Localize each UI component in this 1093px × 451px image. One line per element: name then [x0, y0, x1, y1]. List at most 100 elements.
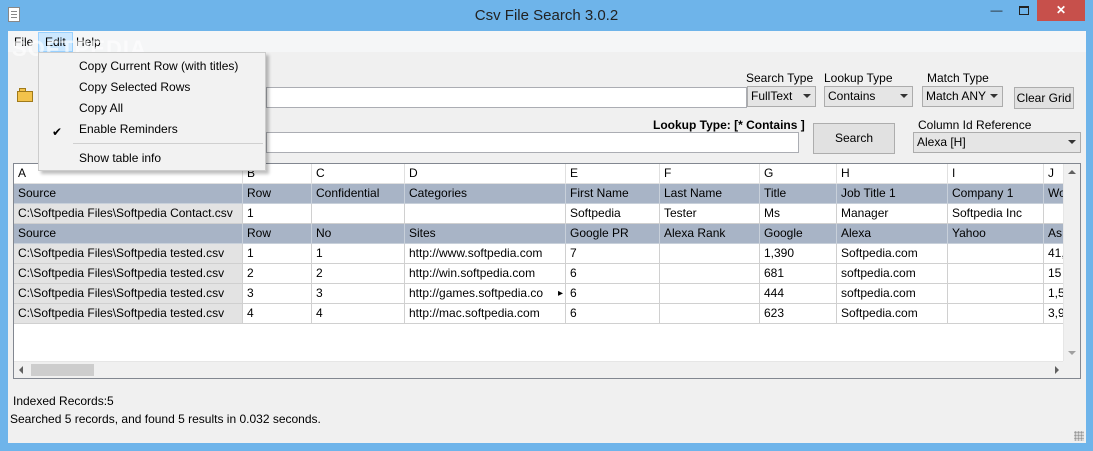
grid-cell[interactable]: 4 — [312, 304, 405, 324]
grid-cell[interactable]: Categories — [405, 184, 566, 204]
grid-cell[interactable]: 1 — [243, 204, 312, 224]
search-button[interactable]: Search — [813, 123, 895, 154]
grid-cell[interactable]: 4 — [243, 304, 312, 324]
column-id-select[interactable]: Alexa [H] — [913, 132, 1081, 153]
maximize-button[interactable] — [1010, 0, 1037, 21]
grid-cell[interactable]: 444 — [760, 284, 837, 304]
grid-cell[interactable] — [405, 204, 566, 224]
search-text-input[interactable] — [266, 87, 747, 108]
grid-cell[interactable]: Row — [243, 224, 312, 244]
grid-cell[interactable]: softpedia.com — [837, 284, 948, 304]
grid-cell[interactable]: 623 — [760, 304, 837, 324]
grid-cell[interactable]: http://win.softpedia.com — [405, 264, 566, 284]
grid-cell[interactable]: C:\Softpedia Files\Softpedia tested.csv — [14, 264, 243, 284]
grid-cell[interactable]: F — [660, 164, 760, 184]
grid-cell[interactable]: http://games.softpedia.co ▸ — [405, 284, 566, 304]
lookup-text-input[interactable] — [266, 132, 799, 153]
menu-item-enable-reminders[interactable]: ✔ Enable Reminders — [39, 119, 265, 140]
resize-grip-icon[interactable] — [1074, 431, 1084, 441]
grid-cell[interactable]: Ms — [760, 204, 837, 224]
grid-cell[interactable] — [948, 304, 1044, 324]
grid-cell[interactable]: Softpedia.com — [837, 244, 948, 264]
table-row[interactable]: C:\Softpedia Files\Softpedia tested.csv 3… — [14, 284, 1080, 304]
grid-cell[interactable]: 1 — [312, 244, 405, 264]
results-grid[interactable]: A B C D E F G H I J Source Row Confidential Categorie… — [13, 163, 1081, 379]
grid-cell[interactable] — [948, 264, 1044, 284]
grid-cell[interactable]: Softpedia — [566, 204, 660, 224]
minimize-button[interactable]: — — [983, 0, 1010, 21]
grid-cell[interactable]: Job Title 1 — [837, 184, 948, 204]
title-bar[interactable]: Csv File Search 3.0.2 — ✕ — [0, 0, 1093, 31]
grid-cell[interactable]: Confidential — [312, 184, 405, 204]
grid-cell[interactable]: Row — [243, 184, 312, 204]
grid-cell[interactable]: C:\Softpedia Files\Softpedia tested.csv — [14, 284, 243, 304]
grid-cell[interactable]: 1 — [243, 244, 312, 264]
grid-cell[interactable]: First Name — [566, 184, 660, 204]
grid-cell[interactable]: 1,390 — [760, 244, 837, 264]
grid-cell[interactable]: Company 1 — [948, 184, 1044, 204]
grid-cell[interactable] — [660, 264, 760, 284]
grid-cell[interactable]: E — [566, 164, 660, 184]
horizontal-scroll-thumb[interactable] — [31, 364, 94, 376]
grid-cell[interactable]: 3 — [312, 284, 405, 304]
vertical-scrollbar[interactable] — [1063, 164, 1080, 361]
grid-cell[interactable]: 6 — [566, 264, 660, 284]
grid-cell[interactable]: 3 — [243, 284, 312, 304]
grid-cell[interactable]: Yahoo — [948, 224, 1044, 244]
grid-cell[interactable]: Source — [14, 224, 243, 244]
grid-cell[interactable]: Softpedia Inc — [948, 204, 1044, 224]
grid-cell[interactable]: No — [312, 224, 405, 244]
scroll-up-icon[interactable] — [1068, 170, 1076, 174]
grid-cell[interactable]: Alexa — [837, 224, 948, 244]
grid-cell[interactable]: Tester — [660, 204, 760, 224]
grid-cell[interactable]: Title — [760, 184, 837, 204]
grid-cell[interactable]: C:\Softpedia Files\Softpedia Contact.csv — [14, 204, 243, 224]
grid-cell[interactable]: 2 — [243, 264, 312, 284]
scroll-right-icon[interactable] — [1055, 366, 1059, 374]
grid-cell[interactable]: 6 — [566, 304, 660, 324]
grid-cell[interactable] — [948, 284, 1044, 304]
grid-cell[interactable]: Alexa Rank — [660, 224, 760, 244]
menu-item-copy-selected-rows[interactable]: Copy Selected Rows — [39, 77, 265, 98]
menu-item-copy-current-row[interactable]: Copy Current Row (with titles) — [39, 56, 265, 77]
table-row[interactable]: C:\Softpedia Files\Softpedia tested.csv 2… — [14, 264, 1080, 284]
grid-header-row[interactable]: Source Row No Sites Google PR Alexa Rank Googl… — [14, 224, 1080, 244]
menu-help[interactable]: Help — [70, 32, 107, 52]
grid-cell[interactable]: I — [948, 164, 1044, 184]
grid-cell[interactable]: 7 — [566, 244, 660, 264]
grid-cell[interactable] — [660, 284, 760, 304]
grid-cell[interactable]: D — [405, 164, 566, 184]
grid-cell[interactable]: Google PR — [566, 224, 660, 244]
grid-cell[interactable]: Manager — [837, 204, 948, 224]
scroll-left-icon[interactable] — [19, 366, 23, 374]
menu-edit[interactable]: Edit — [38, 32, 73, 52]
search-type-select[interactable]: FullText — [747, 86, 816, 107]
grid-cell[interactable]: C:\Softpedia Files\Softpedia tested.csv — [14, 304, 243, 324]
grid-cell[interactable]: G — [760, 164, 837, 184]
grid-cell[interactable]: Softpedia.com — [837, 304, 948, 324]
grid-cell[interactable] — [312, 204, 405, 224]
grid-cell[interactable]: C:\Softpedia Files\Softpedia tested.csv — [14, 244, 243, 264]
scroll-down-icon[interactable] — [1068, 351, 1076, 355]
horizontal-scrollbar[interactable] — [14, 361, 1064, 378]
grid-cell[interactable] — [660, 244, 760, 264]
grid-cell[interactable]: 2 — [312, 264, 405, 284]
clear-grid-button[interactable]: Clear Grid — [1014, 87, 1074, 109]
grid-cell[interactable]: http://www.softpedia.com — [405, 244, 566, 264]
grid-cell[interactable]: Source — [14, 184, 243, 204]
menu-file[interactable]: File — [8, 32, 39, 52]
table-row[interactable]: C:\Softpedia Files\Softpedia tested.csv 1… — [14, 244, 1080, 264]
grid-cell[interactable]: 6 — [566, 284, 660, 304]
grid-cell[interactable]: Sites — [405, 224, 566, 244]
grid-cell[interactable]: http://mac.softpedia.com — [405, 304, 566, 324]
grid-header-row[interactable]: Source Row Confidential Categories First Nam… — [14, 184, 1080, 204]
table-row[interactable]: C:\Softpedia Files\Softpedia tested.csv 4… — [14, 304, 1080, 324]
grid-cell[interactable]: C — [312, 164, 405, 184]
menu-item-show-table-info[interactable]: Show table info — [39, 148, 265, 169]
open-folder-button[interactable] — [14, 85, 36, 105]
grid-cell[interactable] — [948, 244, 1044, 264]
close-button[interactable]: ✕ — [1037, 0, 1085, 21]
grid-cell[interactable]: Google — [760, 224, 837, 244]
grid-cell[interactable]: H — [837, 164, 948, 184]
grid-cell[interactable]: 681 — [760, 264, 837, 284]
